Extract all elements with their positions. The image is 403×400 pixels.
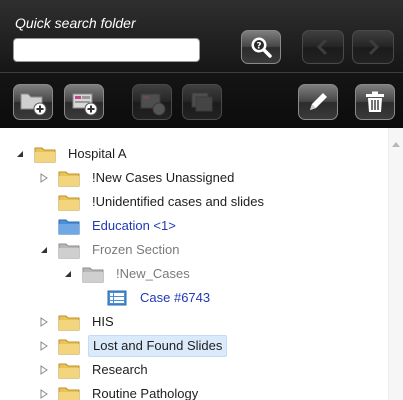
tree-item-case-6743[interactable]: Case #6743 [106,287,214,309]
new-case-button[interactable] [64,84,104,120]
tree-item-education[interactable]: Education <1> [58,215,180,237]
search-icon: ? [251,37,272,58]
tree-item-research[interactable]: Research [38,359,152,381]
expanded-triangle-icon[interactable] [62,268,74,280]
scroll-up-arrow-icon[interactable] [392,142,400,147]
tree-item-label: !New_Cases [116,266,190,281]
tree-item-label: !New Cases Unassigned [92,170,235,185]
collapsed-triangle-icon[interactable] [38,388,50,400]
chevron-left-icon [316,38,328,56]
case-icon [107,290,127,306]
folder-add-icon [20,93,47,116]
tree-item-his[interactable]: HIS [38,311,118,333]
case-add-icon [72,93,98,116]
tree-item-label: !Unidentified cases and slides [92,194,264,209]
expanded-triangle-icon[interactable] [38,244,50,256]
blue-folder-icon [58,219,80,235]
tree-item-label: Lost and Found Slides [88,335,228,357]
folder-icon [58,387,80,400]
tree-item-new-cases-unassigned[interactable]: !New Cases Unassigned [38,167,238,189]
tree-item-new-cases-sub[interactable]: !New_Cases [62,263,194,285]
pencil-icon [310,93,327,110]
vertical-scrollbar[interactable] [388,128,403,400]
tree-item-label: Case #6743 [140,290,211,305]
tree-item-label: Frozen Section [92,242,180,257]
next-button[interactable] [352,30,394,64]
toolbar-divider [0,72,403,73]
toolbar: Quick search folder ? [0,0,403,128]
gray-folder-icon [58,243,80,259]
tree-item-lost-and-found[interactable]: Lost and Found Slides [38,335,228,357]
folder-icon [58,315,80,331]
tree-item-routine-pathology[interactable]: Routine Pathology [38,383,202,400]
delete-button[interactable] [355,84,395,120]
svg-text:?: ? [256,42,261,52]
tree-item-frozen-section[interactable]: Frozen Section [38,239,183,261]
case-move-icon [140,93,166,116]
expanded-triangle-icon[interactable] [14,148,26,160]
copy-case-button[interactable] [182,84,222,120]
folder-icon [58,171,80,187]
folder-icon [34,147,56,163]
case-copy-icon [191,92,213,112]
collapsed-triangle-icon[interactable] [38,364,50,376]
move-case-button[interactable] [132,84,172,120]
folder-icon [58,363,80,379]
chevron-right-icon [368,38,380,56]
folder-icon [58,195,80,211]
tree-item-label: Hospital A [68,146,127,161]
gray-folder-icon [82,267,104,283]
previous-button[interactable] [302,30,344,64]
trash-icon [366,91,384,112]
collapsed-triangle-icon[interactable] [38,340,50,352]
quick-search-label: Quick search folder [15,15,136,31]
new-folder-button[interactable] [13,84,53,120]
tree-item-label: Routine Pathology [92,386,199,400]
search-button[interactable]: ? [241,30,281,64]
collapsed-triangle-icon[interactable] [38,316,50,328]
tree-item-label: Research [92,362,148,377]
folder-tree: Hospital A !New Cases Unassigned !Uniden… [0,128,403,400]
tree-item-label: Education <1> [92,218,176,233]
folder-icon [58,339,80,355]
quick-search-input[interactable] [13,38,200,62]
tree-item-label: HIS [92,314,114,329]
tree-item-hospital-a[interactable]: Hospital A [14,143,131,165]
edit-button[interactable] [298,84,338,120]
tree-item-unidentified-cases[interactable]: !Unidentified cases and slides [58,191,268,213]
collapsed-triangle-icon[interactable] [38,172,50,184]
